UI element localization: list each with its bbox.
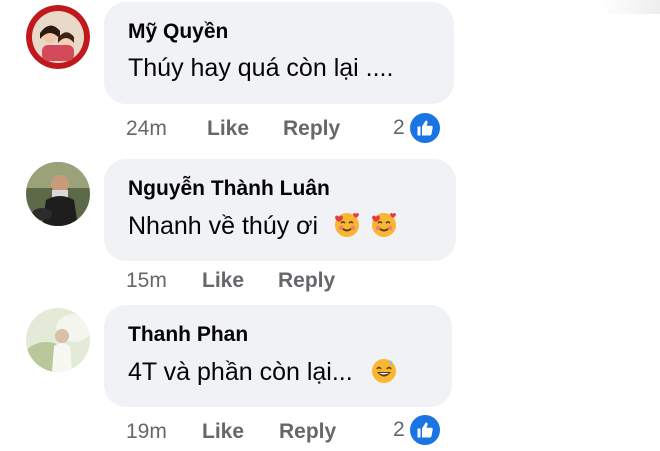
reply-button[interactable]: Reply (279, 420, 336, 444)
reply-button[interactable]: Reply (283, 117, 340, 141)
smiling-face-with-hearts-icon (372, 213, 397, 237)
like-icon (407, 412, 443, 448)
comment-text: Thúy hay quá còn lại .... (128, 54, 393, 83)
reaction-count: 2 (393, 116, 405, 139)
avatar[interactable] (26, 5, 90, 69)
comment-text: 4T và phần còn lại... (128, 357, 398, 387)
like-button[interactable]: Like (202, 269, 244, 293)
comment-author[interactable]: Nguyễn Thành Luân (128, 177, 330, 201)
comment-bubble: Mỹ Quyền Thúy hay quá còn lại .... (104, 2, 454, 104)
like-button[interactable]: Like (207, 117, 249, 141)
reaction-count: 2 (393, 418, 405, 441)
reply-button[interactable]: Reply (278, 269, 335, 293)
comment-time[interactable]: 15m (126, 269, 167, 293)
like-icon (407, 110, 443, 146)
comment-text-content: Thúy hay quá còn lại .... (128, 54, 394, 82)
comment-time[interactable]: 24m (126, 117, 167, 141)
smiling-face-with-hearts-icon (335, 213, 360, 237)
like-button[interactable]: Like (202, 420, 244, 444)
grinning-face-with-sweat-icon (371, 359, 396, 383)
comment-bubble: Thanh Phan 4T và phần còn lại... (104, 305, 452, 407)
comment-text-content: 4T và phần còn lại... (128, 358, 353, 386)
comment-time[interactable]: 19m (126, 420, 167, 444)
avatar[interactable] (26, 162, 90, 226)
comment-author[interactable]: Thanh Phan (128, 323, 248, 347)
comment-text: Nhanh về thúy ơi (128, 211, 398, 241)
avatar[interactable] (26, 308, 90, 372)
comment-text-content: Nhanh về thúy ơi (128, 212, 319, 240)
top-right-shade (600, 0, 660, 14)
comment-author[interactable]: Mỹ Quyền (128, 20, 228, 44)
comment-bubble: Nguyễn Thành Luân Nhanh về thúy ơi (104, 159, 456, 261)
